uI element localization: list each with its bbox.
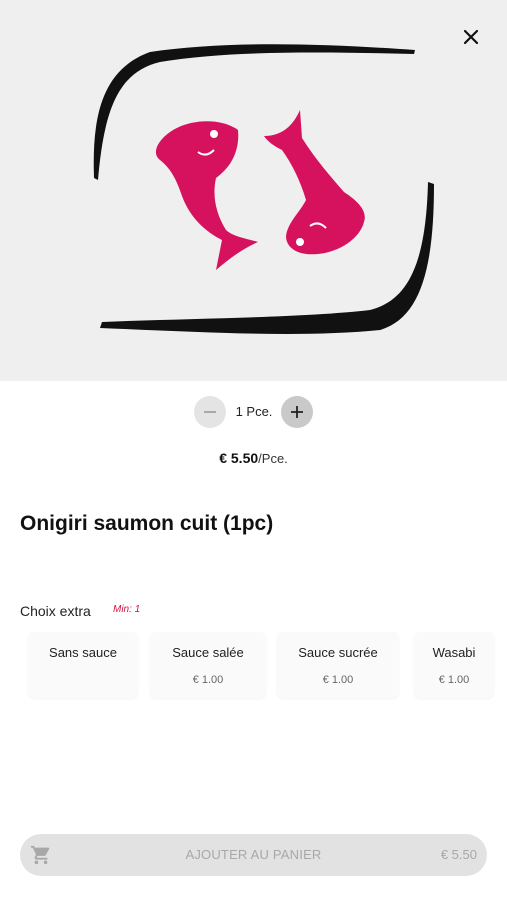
product-title: Onigiri saumon cuit (1pc) bbox=[20, 512, 274, 535]
add-to-cart-price: € 5.50 bbox=[440, 847, 477, 862]
option-name: Sauce salée bbox=[172, 645, 244, 660]
option-price: € 1.00 bbox=[438, 674, 470, 686]
min-requirement-badge: Min: 1 bbox=[113, 604, 141, 615]
option-wasabi[interactable]: Wasabi € 1.00 bbox=[414, 632, 494, 698]
option-price: € 1.00 bbox=[322, 674, 354, 686]
close-icon bbox=[463, 29, 479, 45]
extras-section-label: Choix extra bbox=[20, 603, 91, 619]
price-unit: /Pce. bbox=[258, 451, 288, 466]
quantity-stepper: 1 Pce. bbox=[0, 396, 507, 428]
minus-icon bbox=[204, 411, 216, 413]
add-to-cart-label: AJOUTER AU PANIER bbox=[185, 847, 322, 862]
option-sauce-sucree[interactable]: Sauce sucrée € 1.00 bbox=[277, 632, 399, 698]
quantity-value: 1 Pce. bbox=[235, 404, 273, 419]
option-name: Sans sauce bbox=[49, 645, 117, 660]
option-name: Wasabi bbox=[432, 645, 476, 660]
add-to-cart-button[interactable]: AJOUTER AU PANIER € 5.50 bbox=[20, 834, 487, 876]
increase-quantity-button[interactable] bbox=[281, 396, 313, 428]
product-image bbox=[0, 0, 507, 381]
decrease-quantity-button[interactable] bbox=[194, 396, 226, 428]
option-price: € 1.00 bbox=[192, 674, 224, 686]
option-sans-sauce[interactable]: Sans sauce bbox=[28, 632, 138, 698]
price-amount: € 5.50 bbox=[219, 450, 259, 466]
close-button[interactable] bbox=[458, 24, 484, 50]
extras-options-list: Sans sauce Sauce salée € 1.00 Sauce sucr… bbox=[0, 632, 507, 702]
sushi-fish-logo-icon bbox=[93, 44, 434, 334]
option-sauce-salee[interactable]: Sauce salée € 1.00 bbox=[150, 632, 266, 698]
unit-price: € 5.50/Pce. bbox=[0, 450, 507, 466]
plus-icon bbox=[291, 406, 303, 418]
option-name: Sauce sucrée bbox=[298, 645, 378, 660]
